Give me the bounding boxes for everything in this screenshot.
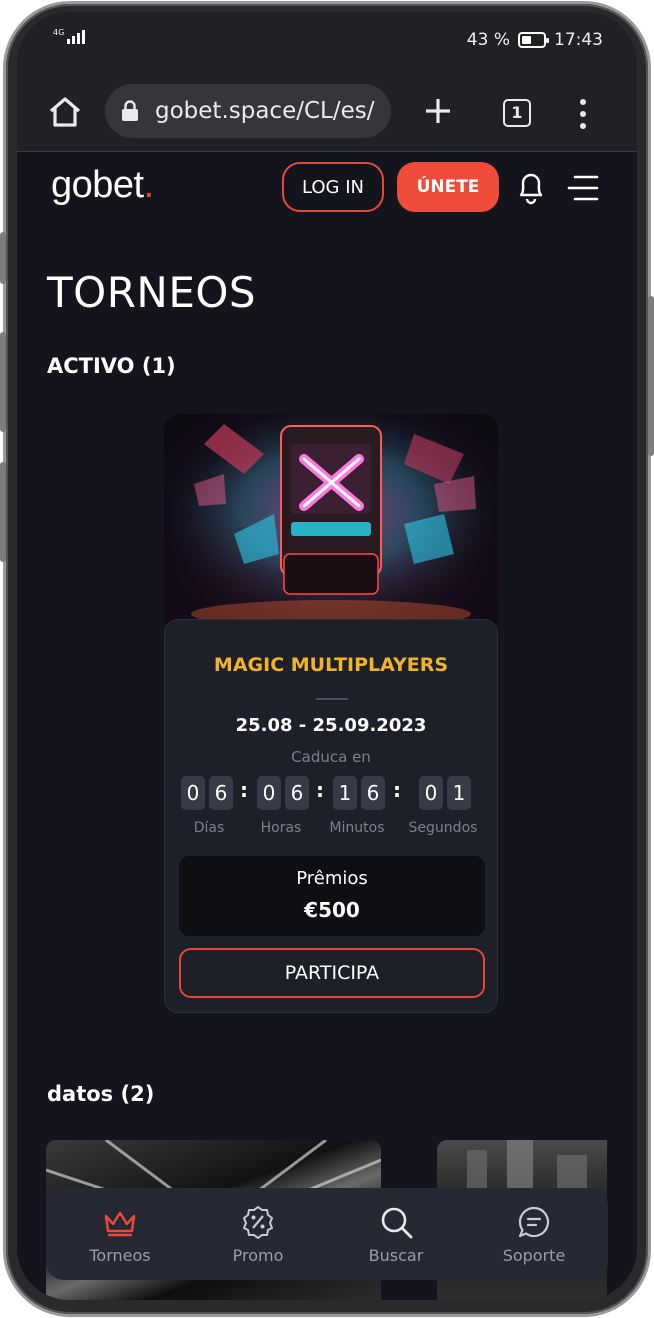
percent-badge-icon [243, 1206, 273, 1239]
volume-button [0, 232, 6, 284]
screen: 4G 43 % 17:43 gobet.space/CL/es/ 1 gobet… [17, 12, 637, 1300]
active-section-heading: ACTIVO (1) [47, 354, 176, 378]
lock-icon [122, 100, 138, 121]
side-button [0, 462, 6, 562]
tab-switcher-button[interactable]: 1 [503, 99, 531, 127]
search-icon [381, 1207, 413, 1239]
countdown-unit-hours: Horas [260, 820, 302, 836]
countdown-timer: 0 6 : 0 6 : 1 6 : 0 1 [181, 776, 483, 812]
join-button[interactable]: ÚNETE [397, 162, 499, 212]
expires-label: Caduca en [291, 748, 371, 766]
nav-item-soporte[interactable]: Soporte [474, 1188, 594, 1280]
tournament-dates: 25.08 - 25.09.2023 [235, 715, 427, 736]
countdown-digit: 6 [361, 776, 385, 810]
url-text[interactable]: gobet.space/CL/es/ [155, 98, 374, 124]
nav-label: Promo [232, 1246, 284, 1265]
countdown-unit-minutes: Minutos [329, 820, 385, 836]
page-title: TORNEOS [47, 268, 257, 317]
countdown-separator: : [240, 778, 248, 802]
countdown-digit: 1 [447, 776, 471, 810]
volume-button [0, 332, 6, 432]
chat-icon [518, 1206, 550, 1238]
battery-percent: 43 % [466, 30, 510, 50]
slot-machine-illustration [164, 414, 498, 624]
home-icon[interactable] [45, 92, 85, 132]
status-bar: 4G 43 % 17:43 [17, 12, 637, 70]
hamburger-menu-icon[interactable] [567, 174, 599, 202]
more-options-icon[interactable] [575, 97, 591, 131]
tournament-banner-image[interactable] [164, 414, 498, 624]
prize-label: Prêmios [296, 868, 368, 889]
nav-item-buscar[interactable]: Buscar [336, 1188, 456, 1280]
new-tab-icon[interactable] [421, 94, 455, 128]
countdown-separator: : [393, 778, 401, 802]
prize-box: Prêmios €500 [179, 856, 485, 936]
countdown-digit: 0 [181, 776, 205, 810]
status-right: 43 % 17:43 [467, 30, 603, 50]
bell-icon[interactable] [515, 168, 547, 206]
address-bar[interactable]: gobet.space/CL/es/ [105, 84, 391, 138]
bottom-navigation: Torneos Promo Buscar Soporte [46, 1188, 608, 1280]
power-button [648, 296, 654, 456]
countdown-separator: : [316, 778, 324, 802]
gobet-logo[interactable]: gobet. [51, 164, 154, 207]
countdown-digit: 6 [285, 776, 309, 810]
battery-icon [518, 32, 549, 48]
countdown-unit-days: Días [193, 820, 225, 836]
tournament-card: MAGIC MULTIPLAYERS 25.08 - 25.09.2023 Ca… [164, 619, 498, 1013]
crown-icon [104, 1211, 136, 1237]
data-section-heading: datos (2) [47, 1082, 155, 1106]
countdown-digit: 1 [333, 776, 357, 810]
clock: 17:43 [554, 30, 603, 50]
nav-label: Soporte [502, 1246, 566, 1265]
countdown-digit: 0 [257, 776, 281, 810]
browser-toolbar: gobet.space/CL/es/ 1 [17, 70, 637, 152]
countdown-unit-seconds: Segundos [408, 820, 478, 836]
signal-icon [67, 30, 85, 44]
nav-label: Buscar [368, 1246, 424, 1265]
nav-label: Torneos [89, 1246, 151, 1265]
countdown-digit: 0 [419, 776, 443, 810]
network-type: 4G [53, 28, 65, 37]
login-button[interactable]: LOG IN [282, 162, 384, 212]
countdown-digit: 6 [209, 776, 233, 810]
divider [316, 698, 348, 700]
nav-item-promo[interactable]: Promo [198, 1188, 318, 1280]
nav-item-torneos[interactable]: Torneos [60, 1188, 180, 1280]
participate-button[interactable]: PARTICIPA [179, 948, 485, 998]
tournament-name[interactable]: MAGIC MULTIPLAYERS [165, 654, 497, 676]
prize-amount: €500 [304, 898, 360, 922]
